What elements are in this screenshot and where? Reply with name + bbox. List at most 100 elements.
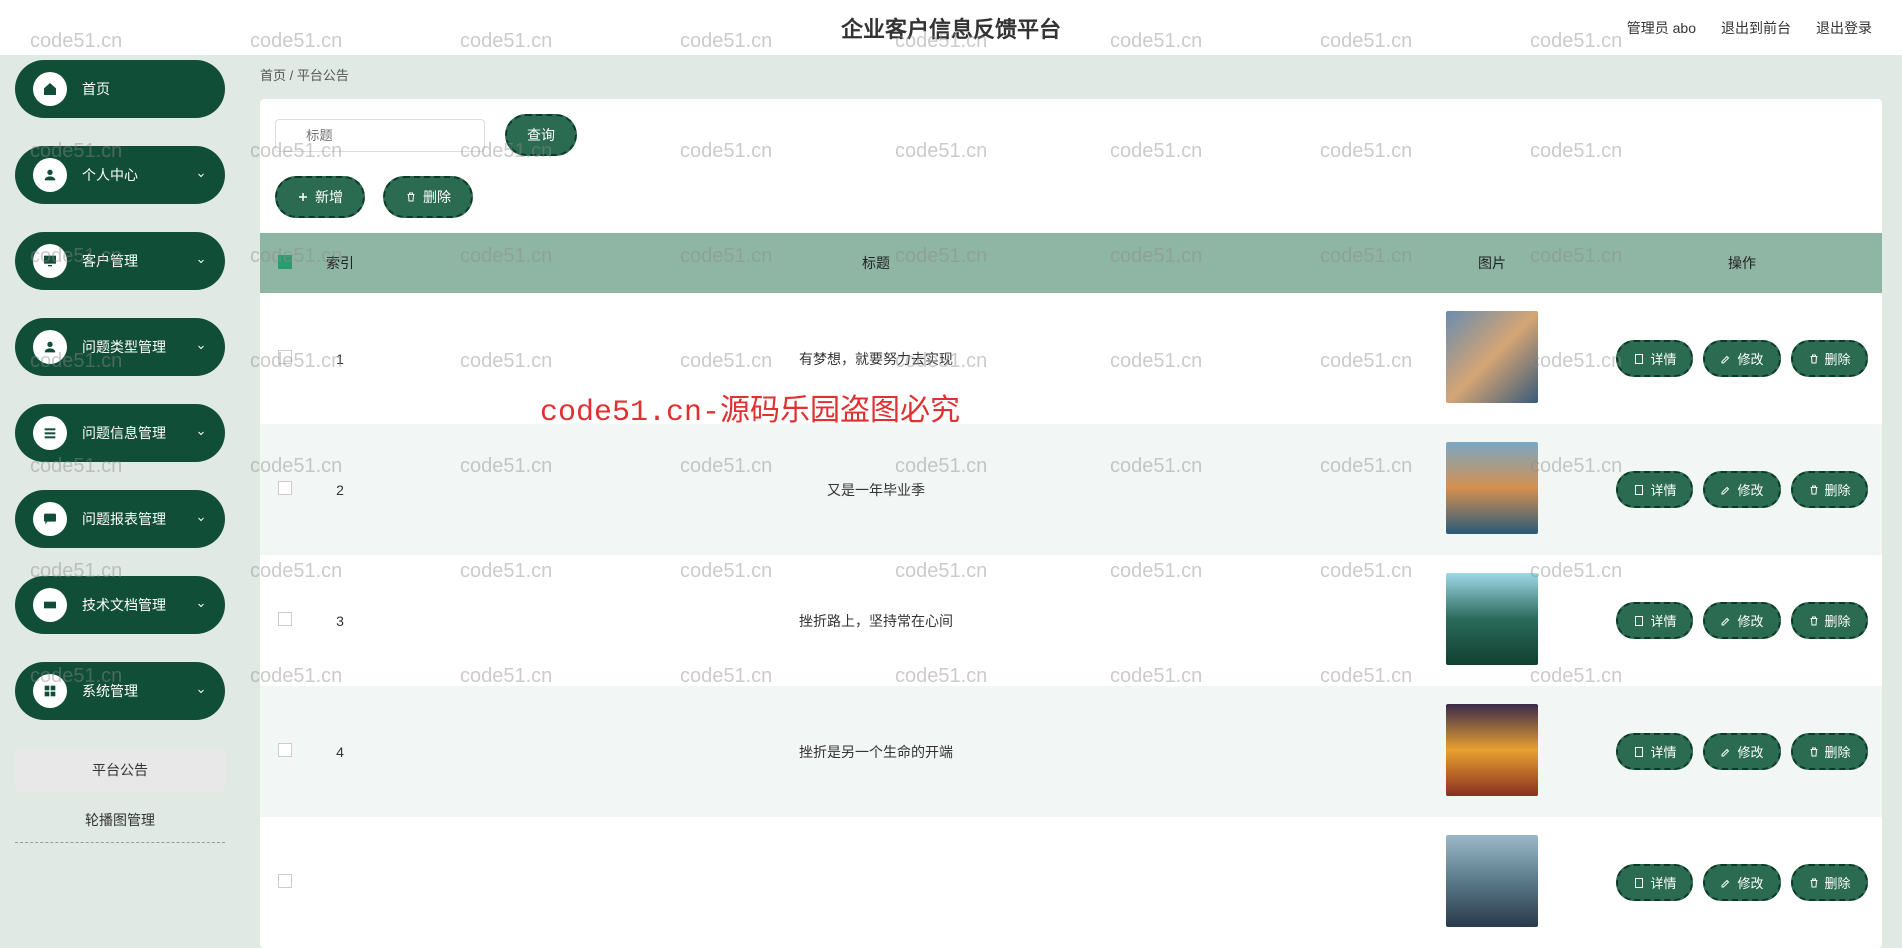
bars-icon [33, 416, 67, 450]
row-thumbnail [1446, 311, 1538, 403]
admin-label[interactable]: 管理员 abo [1627, 18, 1696, 38]
edit-icon [1720, 877, 1732, 889]
exit-front-link[interactable]: 退出到前台 [1721, 18, 1791, 38]
detail-button[interactable]: 详情 [1616, 471, 1693, 508]
breadcrumb-current: 平台公告 [297, 68, 349, 83]
row-checkbox[interactable] [278, 874, 292, 888]
add-button[interactable]: 新增 [275, 176, 365, 218]
sidebar-item-2[interactable]: 客户管理 [15, 232, 225, 290]
sidebar-item-label: 问题信息管理 [82, 423, 166, 443]
edit-button[interactable]: 修改 [1703, 602, 1780, 639]
chevron-down-icon [195, 685, 207, 697]
row-index [310, 817, 370, 948]
row-thumbnail [1446, 835, 1538, 927]
edit-button[interactable]: 修改 [1703, 471, 1780, 508]
row-index: 2 [310, 424, 370, 555]
logout-link[interactable]: 退出登录 [1816, 18, 1872, 38]
data-table: 索引 标题 图片 操作 1 有梦想，就要努力去实现 详情 修改 删除 2 又是一… [260, 233, 1882, 948]
user-icon [33, 330, 67, 364]
sidebar-item-label: 客户管理 [82, 251, 138, 271]
sidebar-sub-1[interactable]: 轮播图管理 [15, 798, 225, 843]
trash-icon [1808, 484, 1820, 496]
table-row: 2 又是一年毕业季 详情 修改 删除 [260, 424, 1882, 555]
col-actions: 操作 [1602, 233, 1882, 293]
delete-button[interactable]: 删除 [383, 176, 473, 218]
ticket-icon [33, 588, 67, 622]
row-title: 有梦想，就要努力去实现 [370, 293, 1382, 424]
sidebar-item-3[interactable]: 问题类型管理 [15, 318, 225, 376]
col-title: 标题 [370, 233, 1382, 293]
doc-icon [1633, 353, 1645, 365]
detail-button[interactable]: 详情 [1616, 340, 1693, 377]
row-index: 3 [310, 555, 370, 686]
breadcrumb: 首页 / 平台公告 [260, 60, 1882, 99]
detail-button[interactable]: 详情 [1616, 864, 1693, 901]
sidebar-sub-0[interactable]: 平台公告 [15, 748, 225, 792]
app-title: 企业客户信息反馈平台 [841, 12, 1061, 44]
header: 企业客户信息反馈平台 管理员 abo 退出到前台 退出登录 [0, 0, 1902, 55]
query-button[interactable]: 查询 [505, 114, 577, 156]
row-checkbox[interactable] [278, 350, 292, 364]
chevron-down-icon [195, 169, 207, 181]
sidebar-item-1[interactable]: 个人中心 [15, 146, 225, 204]
row-delete-button[interactable]: 删除 [1791, 340, 1868, 377]
search-input[interactable] [275, 119, 485, 152]
sidebar-item-label: 问题类型管理 [82, 337, 166, 357]
row-delete-button[interactable]: 删除 [1791, 864, 1868, 901]
chevron-down-icon [195, 341, 207, 353]
row-checkbox[interactable] [278, 612, 292, 626]
row-delete-button[interactable]: 删除 [1791, 471, 1868, 508]
sidebar-item-5[interactable]: 问题报表管理 [15, 490, 225, 548]
trash-icon [1808, 877, 1820, 889]
col-image: 图片 [1382, 233, 1602, 293]
sidebar: 首页个人中心客户管理问题类型管理问题信息管理问题报表管理技术文档管理系统管理平台… [15, 60, 225, 948]
home-icon [33, 72, 67, 106]
detail-button[interactable]: 详情 [1616, 733, 1693, 770]
chevron-down-icon [195, 255, 207, 267]
row-checkbox[interactable] [278, 481, 292, 495]
row-index: 1 [310, 293, 370, 424]
detail-button[interactable]: 详情 [1616, 602, 1693, 639]
user-icon [33, 158, 67, 192]
chat-icon [33, 502, 67, 536]
doc-icon [1633, 877, 1645, 889]
sidebar-item-label: 系统管理 [82, 681, 138, 701]
edit-icon [1720, 484, 1732, 496]
trash-icon [1808, 353, 1820, 365]
edit-button[interactable]: 修改 [1703, 864, 1780, 901]
edit-icon [1720, 615, 1732, 627]
row-delete-button[interactable]: 删除 [1791, 602, 1868, 639]
row-checkbox[interactable] [278, 743, 292, 757]
monitor-icon [33, 244, 67, 278]
plus-icon [297, 191, 309, 203]
col-index: 索引 [310, 233, 370, 293]
sidebar-item-4[interactable]: 问题信息管理 [15, 404, 225, 462]
sidebar-item-0[interactable]: 首页 [15, 60, 225, 118]
edit-button[interactable]: 修改 [1703, 340, 1780, 377]
table-row: 3 挫折路上，坚持常在心间 详情 修改 删除 [260, 555, 1882, 686]
table-row: 4 挫折是另一个生命的开端 详情 修改 删除 [260, 686, 1882, 817]
grid-icon [33, 674, 67, 708]
sidebar-item-7[interactable]: 系统管理 [15, 662, 225, 720]
select-all-checkbox[interactable] [278, 255, 292, 269]
main-content: 首页 / 平台公告 查询 新增 删除 [225, 60, 1902, 948]
row-title: 又是一年毕业季 [370, 424, 1382, 555]
doc-icon [1633, 615, 1645, 627]
trash-icon [1808, 746, 1820, 758]
row-title: 挫折是另一个生命的开端 [370, 686, 1382, 817]
chevron-down-icon [195, 427, 207, 439]
trash-icon [405, 191, 417, 203]
sidebar-item-label: 个人中心 [82, 165, 138, 185]
edit-button[interactable]: 修改 [1703, 733, 1780, 770]
doc-icon [1633, 746, 1645, 758]
table-row: 详情 修改 删除 [260, 817, 1882, 948]
row-thumbnail [1446, 573, 1538, 665]
row-title: 挫折路上，坚持常在心间 [370, 555, 1382, 686]
sidebar-item-6[interactable]: 技术文档管理 [15, 576, 225, 634]
breadcrumb-home[interactable]: 首页 [260, 68, 286, 83]
edit-icon [1720, 353, 1732, 365]
chevron-down-icon [195, 513, 207, 525]
doc-icon [1633, 484, 1645, 496]
row-delete-button[interactable]: 删除 [1791, 733, 1868, 770]
row-index: 4 [310, 686, 370, 817]
